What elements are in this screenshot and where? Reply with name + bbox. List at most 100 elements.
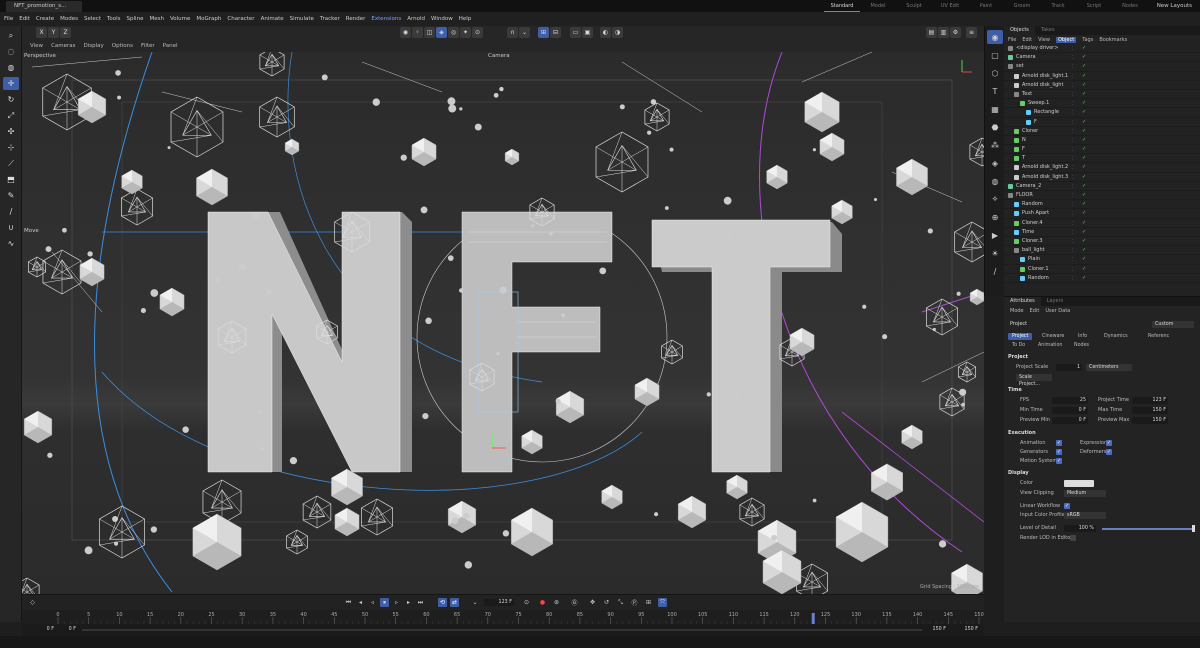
visibility-dots-icon[interactable]: ⁚ bbox=[1072, 99, 1073, 108]
previous-frame-icon[interactable]: ◃ bbox=[368, 598, 377, 607]
visibility-dots-icon[interactable]: ⁚ bbox=[1072, 209, 1073, 218]
deformer-icon[interactable]: ◈ bbox=[987, 156, 1003, 170]
text-spline-icon[interactable]: T bbox=[987, 84, 1003, 98]
viewport-menu-view[interactable]: View bbox=[30, 43, 43, 49]
menu-help[interactable]: Help bbox=[459, 16, 472, 22]
project-tab-cineware[interactable]: Cineware bbox=[1038, 333, 1068, 340]
render-active-view-icon[interactable]: ▤ bbox=[926, 27, 937, 38]
camera-object-icon[interactable]: ◉ bbox=[987, 30, 1003, 44]
layout-settings-icon[interactable]: ≡ bbox=[966, 27, 977, 38]
object-row[interactable]: Arnold disk_light.3 ⁚ ✓ bbox=[1004, 173, 1200, 182]
object-row[interactable]: Rectangle ⁚ ✓ bbox=[1004, 108, 1200, 118]
enabled-check-icon[interactable]: ✓ bbox=[1082, 246, 1086, 255]
new-layouts-button[interactable]: New Layouts bbox=[1157, 0, 1192, 12]
visibility-dots-icon[interactable]: ⁚ bbox=[1072, 127, 1073, 136]
mograph-icon[interactable]: ⁂ bbox=[987, 138, 1003, 152]
visibility-dots-icon[interactable]: ⁚ bbox=[1072, 173, 1073, 182]
preview-range-icon[interactable]: ⇄ bbox=[450, 598, 459, 607]
cube-icon[interactable]: ▢ bbox=[987, 48, 1003, 62]
enabled-check-icon[interactable]: ✓ bbox=[1082, 154, 1086, 163]
menu-arnold[interactable]: Arnold bbox=[407, 16, 425, 22]
object-row[interactable]: Camera_2 ⁚ ✓ bbox=[1004, 182, 1200, 191]
visibility-dots-icon[interactable]: ⁚ bbox=[1072, 265, 1073, 274]
menu-edit[interactable]: Edit bbox=[19, 16, 30, 22]
effector-icon[interactable]: ◍ bbox=[987, 174, 1003, 188]
end-frame-field-2[interactable]: 150 F bbox=[952, 626, 980, 633]
object-menu-file[interactable]: File bbox=[1008, 37, 1016, 43]
preview-min-field[interactable]: 0 F bbox=[1052, 417, 1088, 424]
scale-project-button[interactable]: Scale Project... bbox=[1016, 374, 1052, 387]
viewport-camera-label[interactable]: Camera bbox=[488, 53, 510, 59]
visibility-dots-icon[interactable]: ⁚ bbox=[1072, 62, 1073, 71]
project-tab-animation[interactable]: Animation bbox=[1034, 342, 1066, 349]
enabled-check-icon[interactable]: ✓ bbox=[1082, 136, 1086, 145]
project-time-field[interactable]: 123 F bbox=[1132, 397, 1168, 404]
visibility-dots-icon[interactable]: ⁚ bbox=[1072, 90, 1073, 99]
menu-extensions[interactable]: Extensions bbox=[371, 16, 401, 22]
timeline-ruler[interactable]: 0 5 10 15 20 25 30 35 40 45 50 55 60 65 70 75 80 85 90 95 10… bbox=[22, 610, 984, 624]
layout-tab-uv-edit[interactable]: UV Edit bbox=[932, 0, 968, 12]
object-row[interactable]: FLOOR ⁚ ✓ bbox=[1004, 191, 1200, 201]
menu-render[interactable]: Render bbox=[346, 16, 366, 22]
project-tab-to-do[interactable]: To Do bbox=[1008, 342, 1029, 349]
transform-icon[interactable]: ✣ bbox=[3, 125, 19, 138]
arnold-ipr-icon[interactable]: ◐ bbox=[600, 27, 611, 38]
enabled-check-icon[interactable]: ✓ bbox=[1082, 200, 1086, 209]
render-view-icon[interactable]: ▣ bbox=[582, 27, 593, 38]
project-tab-info[interactable]: Info bbox=[1074, 333, 1091, 340]
render-picture-viewer-icon[interactable]: ▥ bbox=[938, 27, 949, 38]
object-row[interactable]: Cloner.4 ⁚ ✓ bbox=[1004, 219, 1200, 228]
object-row[interactable]: Arnold disk_light.1 ⁚ ✓ bbox=[1004, 72, 1200, 81]
polygons-mode-icon[interactable]: ◈ bbox=[436, 27, 447, 38]
object-row[interactable]: Cloner.3 ⁚ ✓ bbox=[1004, 237, 1200, 247]
enabled-check-icon[interactable]: ✓ bbox=[1082, 99, 1086, 108]
enabled-check-icon[interactable]: ✓ bbox=[1082, 62, 1086, 71]
subdivision-icon[interactable]: ⬣ bbox=[987, 120, 1003, 134]
enable-axis-icon[interactable]: ⊙ bbox=[472, 27, 483, 38]
visibility-dots-icon[interactable]: ⁚ bbox=[1072, 163, 1073, 172]
view-clipping-dropdown[interactable]: Medium bbox=[1064, 490, 1106, 497]
enabled-check-icon[interactable]: ✓ bbox=[1082, 219, 1086, 228]
enabled-check-icon[interactable]: ✓ bbox=[1082, 255, 1086, 264]
rotate-icon[interactable]: ↻ bbox=[3, 93, 19, 106]
snap-icon[interactable]: ∩ bbox=[507, 27, 518, 38]
previous-key-icon[interactable]: ◂ bbox=[356, 598, 365, 607]
tab-layers[interactable]: Layers bbox=[1041, 297, 1070, 306]
project-tab-project[interactable]: Project bbox=[1008, 333, 1033, 340]
enabled-check-icon[interactable]: ✓ bbox=[1082, 118, 1086, 127]
layout-tab-nodes[interactable]: Nodes bbox=[1112, 0, 1148, 12]
end-frame-field[interactable]: 150 F bbox=[926, 626, 948, 633]
uv-mode-icon[interactable]: ◎ bbox=[448, 27, 459, 38]
viewport-menu-cameras[interactable]: Cameras bbox=[51, 43, 75, 49]
object-menu-view[interactable]: View bbox=[1038, 37, 1050, 43]
extrude-icon[interactable]: ⬒ bbox=[3, 173, 19, 186]
level-of-detail-handle[interactable] bbox=[1192, 525, 1195, 532]
object-row[interactable]: <display driver> ⁚ ✓ bbox=[1004, 44, 1200, 54]
model-mode-icon[interactable]: ◉ bbox=[400, 27, 411, 38]
object-row[interactable]: Push Apart ⁚ ✓ bbox=[1004, 209, 1200, 219]
visibility-dots-icon[interactable]: ⁚ bbox=[1072, 191, 1073, 200]
object-row[interactable]: Camera ⁚ ✓ bbox=[1004, 53, 1200, 63]
key-scale-icon[interactable]: ⤡ bbox=[616, 598, 625, 607]
attribute-menu-mode[interactable]: Mode bbox=[1010, 308, 1024, 314]
generators-checkbox[interactable]: ✓ bbox=[1056, 449, 1062, 455]
menu-volume[interactable]: Volume bbox=[170, 16, 190, 22]
start-frame-field[interactable]: 0 F bbox=[26, 626, 56, 633]
attribute-menu-edit[interactable]: Edit bbox=[1030, 308, 1040, 314]
move-icon[interactable]: ✛ bbox=[3, 77, 19, 90]
enabled-check-icon[interactable]: ✓ bbox=[1082, 127, 1086, 136]
linear-workflow-checkbox[interactable]: ✓ bbox=[1064, 503, 1070, 509]
frame-range-slider[interactable] bbox=[82, 629, 922, 631]
menu-file[interactable]: File bbox=[4, 16, 13, 22]
layout-tab-standard[interactable]: Standard bbox=[824, 0, 860, 12]
attribute-menu-user-data[interactable]: User Data bbox=[1045, 308, 1070, 314]
color-swatch[interactable] bbox=[1064, 480, 1094, 487]
visibility-dots-icon[interactable]: ⁚ bbox=[1072, 53, 1073, 62]
object-row[interactable]: Random ⁚ ✓ bbox=[1004, 274, 1200, 283]
expression-checkbox[interactable]: ✓ bbox=[1106, 440, 1112, 446]
pause-icon[interactable]: ⏸ bbox=[380, 598, 389, 607]
enabled-check-icon[interactable]: ✓ bbox=[1082, 90, 1086, 99]
object-row[interactable]: Cloner ⁚ ✓ bbox=[1004, 127, 1200, 136]
menu-mograph[interactable]: MoGraph bbox=[196, 16, 221, 22]
key-rotation-icon[interactable]: ↺ bbox=[602, 598, 611, 607]
